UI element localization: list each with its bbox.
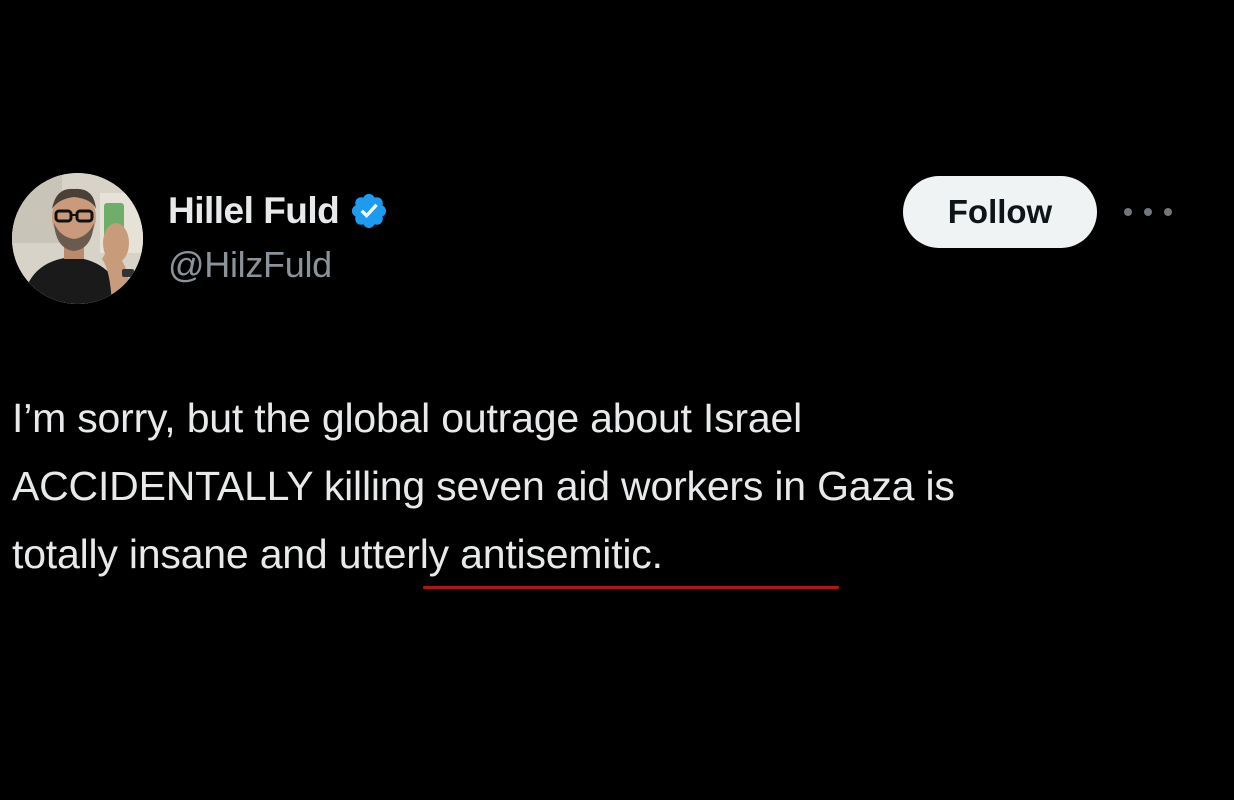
tweet-text-line: ACCIDENTALLY killing seven aid workers i…	[12, 463, 955, 509]
tweet-card: Hillel Fuld @HilzFuld Follow I’m sorry, …	[0, 0, 1234, 800]
more-horizontal-icon[interactable]	[1124, 196, 1172, 228]
profile-photo	[12, 173, 143, 304]
avatar[interactable]	[12, 173, 143, 304]
verified-badge-icon	[349, 191, 389, 231]
more-dot	[1144, 208, 1152, 216]
tweet-text-line: I’m sorry, but the global outrage about …	[12, 395, 802, 441]
tweet-text: I’m sorry, but the global outrage about …	[12, 384, 1212, 588]
follow-button[interactable]: Follow	[903, 176, 1097, 248]
more-dot	[1124, 208, 1132, 216]
author-name-row: Hillel Fuld	[168, 188, 389, 234]
red-underline-annotation	[423, 586, 839, 589]
author-handle[interactable]: @HilzFuld	[168, 244, 332, 286]
more-dot	[1164, 208, 1172, 216]
tweet-text-line: totally insane and utterly antisemitic.	[12, 531, 663, 577]
author-display-name[interactable]: Hillel Fuld	[168, 190, 340, 232]
